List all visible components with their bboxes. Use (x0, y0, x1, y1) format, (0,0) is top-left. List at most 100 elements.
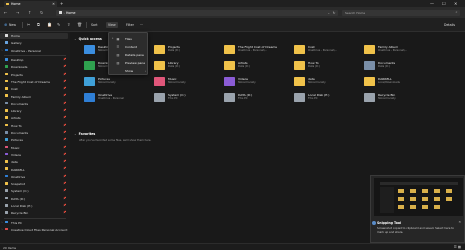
sidebar-item[interactable]: Documents 📌 (0, 130, 68, 136)
sidebar-item[interactable]: Videos 📌 (0, 152, 68, 158)
breadcrumb[interactable]: Home (66, 11, 75, 15)
view-toggle-icons[interactable]: ☰ ▦ (454, 245, 461, 249)
sidebar-item[interactable]: How To 📌 (0, 123, 68, 129)
sidebar-item-label: Family Album (11, 94, 32, 99)
tab-close-icon[interactable]: ✕ (52, 2, 55, 6)
share-icon[interactable]: ⇪ (67, 22, 70, 27)
back-button[interactable]: ← (4, 10, 7, 15)
quick-access-item[interactable]: data Stored locally (294, 76, 364, 88)
item-location: This PC (308, 97, 318, 100)
sidebar-item[interactable]: Cost 📌 (0, 86, 68, 92)
filter-button[interactable]: Filter (126, 23, 134, 27)
maximize-button[interactable]: ☐ (442, 1, 446, 6)
delete-icon[interactable]: 🗑 (77, 22, 82, 27)
quick-access-item[interactable]: Videos Stored locally (224, 76, 294, 88)
quick-access-item[interactable]: Recycle Bin Stored locally (364, 92, 434, 104)
view-menu-label: Details pane (125, 52, 144, 57)
chevron-right-icon[interactable]: › (2, 228, 3, 231)
sidebar-item[interactable]: Home (0, 33, 68, 39)
quick-access-item[interactable]: Cost OneDrive - Personal\... (294, 44, 364, 56)
sidebar-item-label: System (C:) (11, 189, 29, 194)
search-input[interactable]: Search Home ⌕ (342, 9, 460, 16)
item-location: OneDrive - Personal\... (308, 49, 338, 52)
view-menu-item[interactable]: ▥ Details pane (110, 51, 148, 59)
quick-access-item[interactable]: Library Data (D:) (154, 60, 224, 72)
minimize-button[interactable]: — (430, 1, 434, 6)
view-menu-item[interactable]: • ▦ Tiles (110, 35, 148, 43)
snipping-notification[interactable]: Snipping Tool ✕ Screenshot copied to cli… (370, 175, 465, 243)
cut-icon[interactable]: ✂ (27, 22, 30, 27)
sidebar-item[interactable]: › OneDrive - Personal (0, 48, 68, 54)
pin-icon: 📌 (63, 87, 67, 91)
sort-button[interactable]: Sort (91, 23, 98, 27)
new-button[interactable]: New (9, 23, 16, 27)
sidebar-item[interactable]: Downloads 📌 (0, 64, 68, 70)
sidebar-item[interactable]: › This PC (0, 220, 68, 226)
favorites-header[interactable]: ⌄ Favorites (74, 132, 95, 136)
quick-access-item[interactable]: Pictures Stored locally (84, 76, 154, 88)
quick-access-item[interactable]: OneDrive OneDrive - Personal (84, 92, 154, 104)
folder-icon (5, 152, 9, 156)
sidebar-item[interactable]: Snapshot 📌 (0, 181, 68, 187)
quick-access-item[interactable]: Family Album OneDrive - Personal\... (364, 44, 434, 56)
sidebar-item[interactable]: System (C:) 📌 (0, 188, 68, 194)
quick-access-item[interactable]: DATA (D:) This PC (224, 92, 294, 104)
sidebar-item[interactable]: Gallery (0, 40, 68, 46)
sidebar-item[interactable]: › Creative Cloud Files Personal Account (0, 227, 68, 233)
sidebar-item[interactable]: The Flight Cost of Dreams 📌 (0, 79, 68, 85)
forward-button[interactable]: → (16, 10, 19, 15)
quick-access-item[interactable]: Music Stored locally (154, 76, 224, 88)
folder-icon (84, 93, 95, 102)
up-button[interactable]: ↑ (28, 10, 31, 15)
sidebar-item[interactable]: DARRELL 📌 (0, 166, 68, 172)
quick-access-item[interactable]: Projects Data (D:) (154, 44, 224, 56)
sidebar-item[interactable]: Music 📌 (0, 145, 68, 151)
sidebar-item[interactable]: Library 📌 (0, 108, 68, 114)
folder-icon (5, 138, 9, 141)
address-dropdown-icon[interactable]: ⌄ (327, 11, 330, 15)
quick-access-item[interactable]: How To Data (D:) (294, 60, 364, 72)
view-button[interactable]: View (106, 21, 118, 28)
sidebar-item-label: Desktop (11, 58, 24, 63)
sidebar-item[interactable]: Documents 📌 (0, 101, 68, 107)
refresh-icon[interactable]: ↻ (333, 11, 336, 15)
sidebar-item[interactable]: OneDrive 📌 (0, 174, 68, 180)
item-location: OneDrive - Personal\... (378, 49, 408, 52)
more-options-button[interactable]: ··· (140, 23, 143, 27)
address-bar[interactable]: › Home ⌄ ↻ (56, 9, 338, 16)
sidebar-item[interactable]: Artists 📌 (0, 115, 68, 121)
sidebar-item[interactable]: Projects 📌 (0, 72, 68, 78)
chevron-right-icon[interactable]: › (2, 49, 3, 52)
item-location: Stored locally (238, 81, 256, 84)
sidebar-item[interactable]: Local Disk (E:) 📌 (0, 203, 68, 209)
quick-access-item[interactable]: Artists Data (D:) (224, 60, 294, 72)
quick-access-item[interactable]: System (C:) This PC (154, 92, 224, 104)
sidebar-item[interactable]: data 📌 (0, 159, 68, 165)
rename-icon[interactable]: ✎ (57, 22, 60, 27)
refresh-nav-button[interactable]: ↻ (40, 10, 43, 15)
screenshot-thumbnail-image (374, 178, 463, 216)
new-tab-button[interactable]: + (60, 1, 63, 6)
chevron-right-icon[interactable]: › (2, 221, 3, 224)
close-icon[interactable]: ✕ (458, 220, 461, 224)
sidebar-item[interactable]: Pictures 📌 (0, 137, 68, 143)
sidebar-item[interactable]: Recycle Bin 📌 (0, 210, 68, 216)
item-location: Stored locally (168, 81, 186, 84)
quick-access-item[interactable]: The Flight Cost of Dreams OneDrive - Pers… (224, 44, 294, 56)
quick-access-header[interactable]: ⌄ Quick access (74, 37, 102, 41)
sidebar-item[interactable]: Desktop 📌 (0, 57, 68, 63)
sidebar-item[interactable]: Family Album 📌 (0, 93, 68, 99)
screenshot-thumbnail[interactable] (374, 178, 463, 216)
quick-access-item[interactable]: Local Disk (E:) This PC (294, 92, 364, 104)
view-menu-item[interactable]: ▥ Preview pane (110, 59, 148, 67)
quick-access-item[interactable]: DARRELL Local/Downloads (364, 76, 434, 88)
view-menu-item[interactable]: ☰ Content (110, 43, 148, 51)
home-folder-icon (6, 2, 9, 5)
window-close-button[interactable]: ✕ (454, 1, 457, 6)
view-menu-item[interactable]: Show › (110, 67, 148, 75)
copy-icon[interactable]: ⧉ (37, 22, 40, 27)
paste-icon[interactable]: 📋 (47, 22, 52, 27)
sidebar-item[interactable]: DATA (D:) 📌 (0, 196, 68, 202)
quick-access-item[interactable]: Documents Data (D:) (364, 60, 434, 72)
details-button[interactable]: Details (444, 23, 455, 27)
